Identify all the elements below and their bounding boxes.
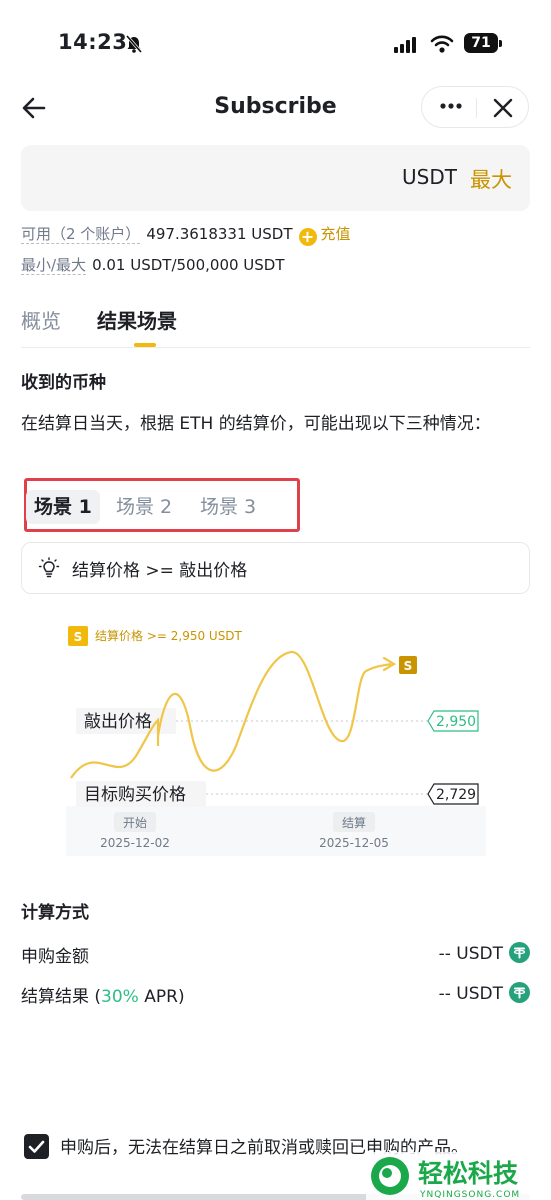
capsule-divider [476, 98, 477, 118]
tab-scenarios[interactable]: 结果场景 [97, 305, 177, 334]
limits-label: 最小/最大 [21, 256, 87, 275]
available-label: 可用（2 个账户） [21, 225, 141, 244]
agreement-checkbox[interactable] [24, 1134, 49, 1159]
tab-divider [21, 347, 530, 348]
available-balance-row: 可用（2 个账户） 497.3618331 USDT + 充值 [21, 223, 351, 246]
tab-overview[interactable]: 概览 [21, 305, 61, 334]
settlement-result-label: 结算结果 (30% APR) [21, 987, 185, 1007]
checkmark-icon [28, 1140, 45, 1153]
amount-input[interactable]: USDT 最大 [21, 145, 530, 211]
settlement-result-suffix: APR) [138, 987, 185, 1007]
close-icon[interactable] [492, 97, 514, 119]
x-tick-settle-tag: 结算 [342, 815, 366, 830]
subscribe-amount-value: -- USDT [438, 944, 503, 964]
amount-unit: USDT [402, 165, 457, 189]
max-button[interactable]: 最大 [470, 164, 512, 194]
received-coin-title: 收到的币种 [21, 373, 106, 393]
apr-value: 30% [101, 987, 139, 1007]
scenario-chart: S 结算价格 >= 2,950 USDT 敲出价格 目标购买价格 2,950 2… [66, 616, 486, 856]
knockout-price-value: 2,950 [436, 714, 476, 730]
subscribe-amount-label: 申购金额 [21, 947, 89, 967]
watermark-logo: 轻松科技 YNQINGSONG.COM [366, 1152, 551, 1200]
limits-row: 最小/最大 0.01 USDT/500,000 USDT [21, 254, 285, 275]
battery-cap [499, 40, 502, 47]
chart-annotation-badge-letter: S [74, 630, 83, 644]
chart-annotation: 结算价格 >= 2,950 USDT [95, 628, 243, 643]
scenario-chip-2[interactable]: 场景 2 [108, 490, 180, 524]
plus-circle-icon[interactable]: + [298, 228, 317, 246]
subscribe-amount-row: 申购金额 -- USDT [21, 942, 530, 967]
scenario-description: 在结算日当天，根据 ETH 的结算价，可能出现以下三种情况： [21, 414, 491, 434]
x-tick-settle-date: 2025-12-05 [319, 836, 389, 850]
status-time: 14:23 [58, 30, 128, 54]
settlement-result-row: 结算结果 (30% APR) -- USDT [21, 982, 530, 1007]
settlement-result-prefix: 结算结果 ( [21, 987, 102, 1007]
tether-icon [509, 942, 530, 963]
lightbulb-icon [38, 557, 60, 578]
watermark-title: 轻松科技 [418, 1159, 518, 1188]
bell-muted-icon [125, 35, 143, 53]
watermark-url: YNQINGSONG.COM [419, 1190, 520, 1200]
battery-indicator: 71 [464, 33, 498, 53]
target-level-label: 目标购买价格 [84, 785, 186, 805]
condition-text: 结算价格 >= 敲出价格 [72, 561, 248, 581]
more-icon[interactable] [436, 96, 466, 116]
available-value: 497.3618331 USDT [146, 225, 293, 243]
settlement-result-value: -- USDT [438, 984, 503, 1004]
wifi-icon [430, 35, 454, 53]
mini-program-capsule [421, 86, 529, 128]
target-price-value: 2,729 [436, 787, 476, 803]
condition-box: 结算价格 >= 敲出价格 [21, 542, 530, 594]
recharge-link[interactable]: 充值 [321, 225, 351, 243]
x-tick-start-date: 2025-12-02 [100, 836, 170, 850]
tether-icon [509, 982, 530, 1003]
scenario-chip-3[interactable]: 场景 3 [192, 490, 264, 524]
calc-title: 计算方式 [21, 903, 89, 923]
scenario-chip-1[interactable]: 场景 1 [26, 490, 100, 524]
knockout-level-label: 敲出价格 [84, 712, 152, 732]
x-tick-start-tag: 开始 [123, 816, 147, 830]
settlement-badge-letter: S [404, 659, 413, 673]
cellular-signal-icon [394, 34, 418, 53]
limits-value: 0.01 USDT/500,000 USDT [92, 256, 285, 274]
